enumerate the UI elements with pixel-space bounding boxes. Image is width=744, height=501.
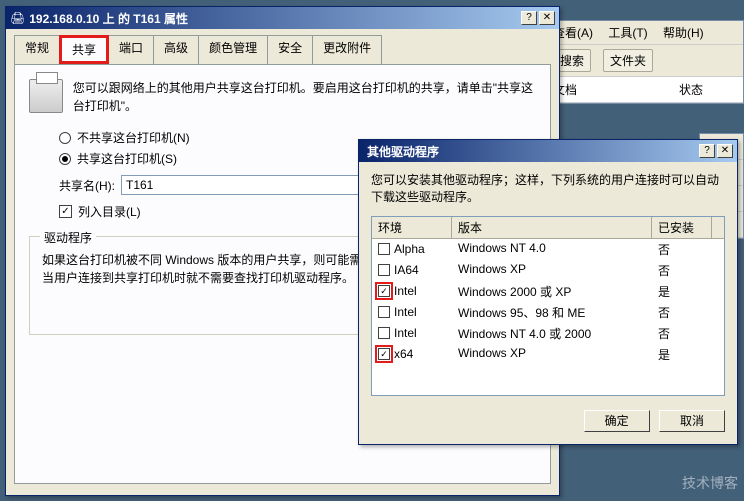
tabstrip: 常规 共享 端口 高级 颜色管理 安全 更改附件 bbox=[6, 29, 559, 64]
additional-drivers-dialog: 其他驱动程序 ? ✕ 您可以安装其他驱动程序；这样，下列系统的用户连接时可以自动… bbox=[358, 139, 738, 445]
driver-version: Windows XP bbox=[452, 261, 652, 280]
bg-columns: 文档 状态 bbox=[545, 77, 743, 103]
driver-checkbox[interactable] bbox=[378, 264, 390, 276]
help-button[interactable]: ? bbox=[521, 11, 537, 25]
sub-titlebar[interactable]: 其他驱动程序 ? ✕ bbox=[359, 140, 737, 162]
driver-installed: 否 bbox=[652, 324, 712, 343]
driver-checkbox[interactable] bbox=[378, 243, 390, 255]
folders-button[interactable]: 文件夹 bbox=[603, 49, 653, 72]
driver-checkbox[interactable] bbox=[378, 285, 390, 297]
driver-env: Intel bbox=[394, 284, 417, 298]
tab-sharing[interactable]: 共享 bbox=[59, 35, 109, 64]
printer-icon-small: 🖨 bbox=[10, 11, 25, 25]
driver-row[interactable]: IA64 Windows XP否 bbox=[372, 260, 724, 281]
driver-row[interactable]: Intel Windows 95、98 和 ME否 bbox=[372, 302, 724, 323]
driver-env: Intel bbox=[394, 326, 417, 340]
close-button[interactable]: ✕ bbox=[539, 11, 555, 25]
driver-row[interactable]: x64 Windows XP是 bbox=[372, 344, 724, 365]
tab-general[interactable]: 常规 bbox=[14, 35, 60, 64]
tab-color[interactable]: 颜色管理 bbox=[198, 35, 268, 64]
driver-version: Windows 2000 或 XP bbox=[452, 282, 652, 301]
sharename-label: 共享名(H): bbox=[59, 177, 115, 194]
driver-installed: 否 bbox=[652, 303, 712, 322]
list-directory-checkbox[interactable] bbox=[59, 205, 72, 218]
driver-env: Alpha bbox=[394, 242, 425, 256]
driver-row[interactable]: Alpha Windows NT 4.0否 bbox=[372, 239, 724, 260]
driver-checkbox[interactable] bbox=[378, 306, 390, 318]
driver-version: Windows NT 4.0 或 2000 bbox=[452, 324, 652, 343]
sharing-intro-text: 您可以跟网络上的其他用户共享这台打印机。要启用这台打印机的共享，请单击"共享这台… bbox=[73, 79, 536, 115]
radio-no-share-label: 不共享这台打印机(N) bbox=[77, 129, 190, 146]
ok-button[interactable]: 确定 bbox=[584, 410, 650, 432]
col-environment[interactable]: 环境 bbox=[372, 217, 452, 238]
driver-row[interactable]: Intel Windows NT 4.0 或 2000否 bbox=[372, 323, 724, 344]
driver-version: Windows NT 4.0 bbox=[452, 240, 652, 259]
bg-menubar: 查看(A) 工具(T) 帮助(H) bbox=[545, 21, 743, 45]
bg-toolbar: 搜索 文件夹 bbox=[545, 45, 743, 77]
driver-installed: 否 bbox=[652, 240, 712, 259]
watermark: 技术博客 bbox=[682, 473, 738, 493]
col-installed[interactable]: 已安装 bbox=[652, 217, 712, 238]
driver-env: x64 bbox=[394, 347, 413, 361]
background-window: 查看(A) 工具(T) 帮助(H) 搜索 文件夹 文档 状态 bbox=[544, 20, 744, 104]
radio-share-label: 共享这台打印机(S) bbox=[77, 150, 177, 167]
driver-version: Windows XP bbox=[452, 345, 652, 364]
dialog-title: 192.168.0.10 上 的 T161 属性 bbox=[25, 10, 519, 27]
tab-attachments[interactable]: 更改附件 bbox=[312, 35, 382, 64]
radio-no-share[interactable] bbox=[59, 132, 71, 144]
sub-close-button[interactable]: ✕ bbox=[717, 144, 733, 158]
list-directory-label: 列入目录(L) bbox=[78, 203, 141, 220]
cancel-button[interactable]: 取消 bbox=[659, 410, 725, 432]
col-version[interactable]: 版本 bbox=[452, 217, 652, 238]
tab-advanced[interactable]: 高级 bbox=[153, 35, 199, 64]
radio-share[interactable] bbox=[59, 153, 71, 165]
driver-installed: 否 bbox=[652, 261, 712, 280]
sub-help-button[interactable]: ? bbox=[699, 144, 715, 158]
sub-dialog-title: 其他驱动程序 bbox=[363, 143, 697, 160]
driver-installed: 是 bbox=[652, 345, 712, 364]
driver-installed: 是 bbox=[652, 282, 712, 301]
col-status: 状态 bbox=[679, 81, 703, 98]
tab-security[interactable]: 安全 bbox=[267, 35, 313, 64]
drivers-listview[interactable]: 环境 版本 已安装 AlphaWindows NT 4.0否IA64Window… bbox=[371, 216, 725, 396]
driver-env: Intel bbox=[394, 305, 417, 319]
menu-help[interactable]: 帮助(H) bbox=[663, 26, 704, 40]
driver-version: Windows 95、98 和 ME bbox=[452, 303, 652, 322]
sub-intro-text: 您可以安装其他驱动程序；这样，下列系统的用户连接时可以自动下载这些驱动程序。 bbox=[371, 172, 725, 206]
driver-row[interactable]: Intel Windows 2000 或 XP是 bbox=[372, 281, 724, 302]
driver-checkbox[interactable] bbox=[378, 348, 390, 360]
printer-icon bbox=[29, 79, 63, 113]
driver-env: IA64 bbox=[394, 263, 419, 277]
drivers-legend: 驱动程序 bbox=[40, 229, 96, 246]
menu-tools[interactable]: 工具(T) bbox=[608, 26, 647, 40]
tab-ports[interactable]: 端口 bbox=[108, 35, 154, 64]
listview-header: 环境 版本 已安装 bbox=[372, 217, 724, 239]
driver-checkbox[interactable] bbox=[378, 327, 390, 339]
titlebar[interactable]: 🖨 192.168.0.10 上 的 T161 属性 ? ✕ bbox=[6, 7, 559, 29]
